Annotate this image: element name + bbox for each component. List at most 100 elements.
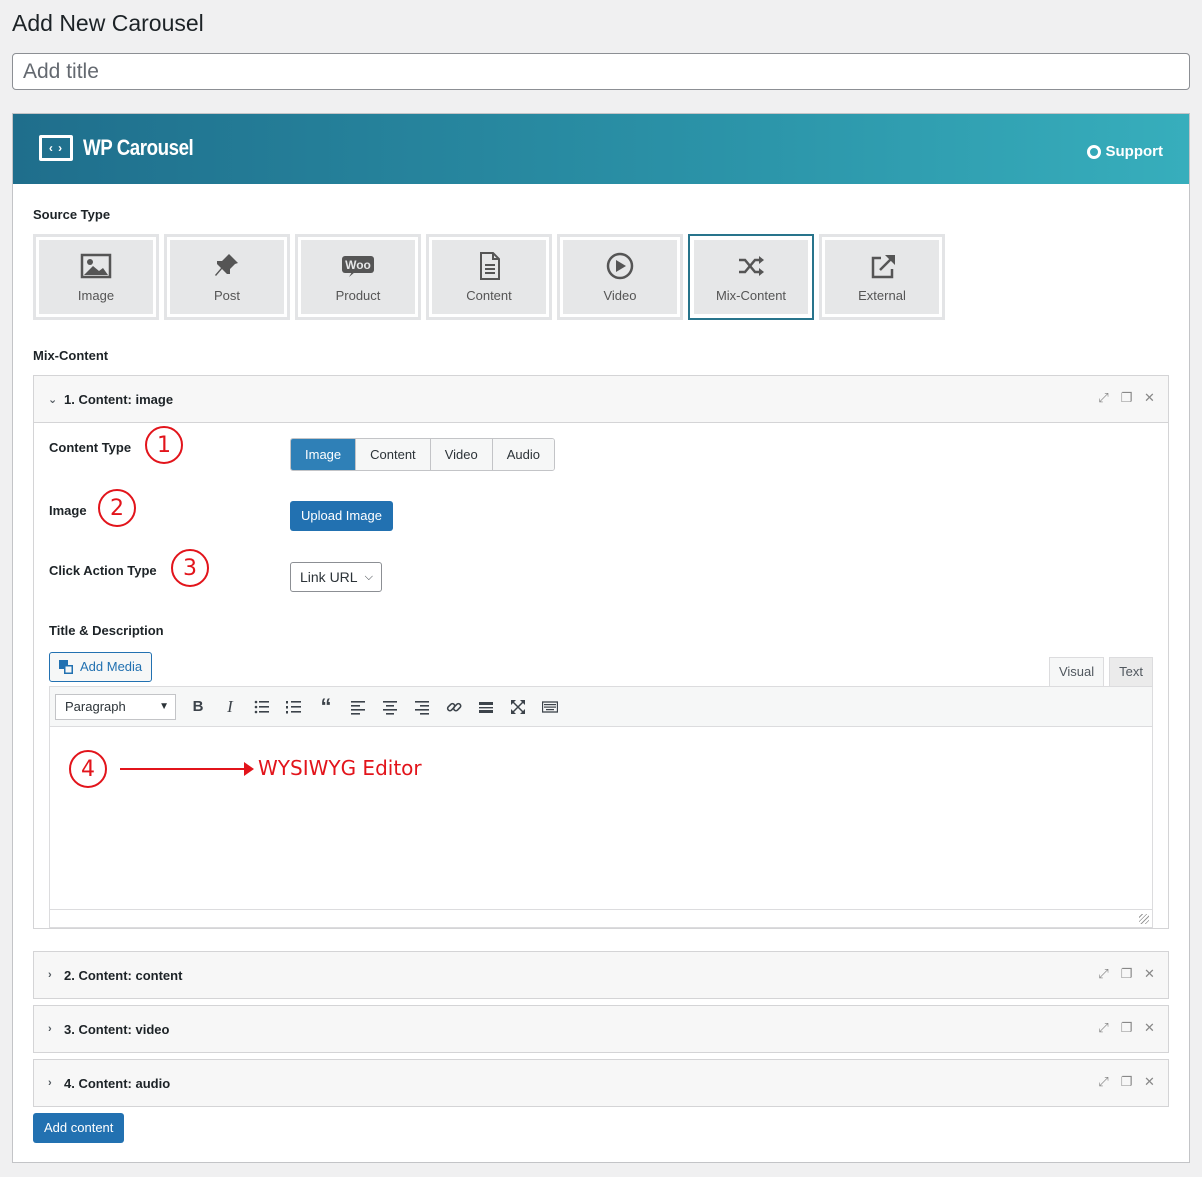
content-group-1: ⌄ 1. Content: image ⤢ ❐ ✕ Content Type 1… [33,375,1169,929]
content-type-switch: Image Content Video Audio [290,438,555,471]
add-media-button[interactable]: Add Media [49,652,153,682]
source-type-post[interactable]: Post [164,234,290,320]
content-type-label: Content Type [49,440,132,455]
chevron-right-icon: › [48,1077,52,1089]
source-type-label: Source Type [33,207,111,222]
document-icon [480,251,500,280]
wysiwyg-editor: Paragraph ▼ B I “ 4 WYSIWYG Editor [49,686,1153,928]
group-title: 1. Content: image [64,391,174,407]
group-header[interactable]: › 3. Content: video [34,1006,1168,1052]
support-label: Support [1105,143,1164,160]
content-type-video[interactable]: Video [430,439,493,470]
title-input[interactable] [12,53,1190,90]
chevron-down-icon: ⌄ [48,393,58,406]
group-actions: ⤢ ❐ ✕ [1097,967,1156,980]
italic-icon[interactable]: I [214,693,246,721]
click-action-value: Link URL [300,569,358,585]
source-type-video[interactable]: Video [557,234,683,320]
group-body: Content Type 1 Image Content Video Audio… [34,422,1168,928]
add-media-label: Add Media [80,659,143,674]
blockquote-icon[interactable]: “ [310,693,342,721]
source-type-label: Content [466,287,512,303]
lifebuoy-icon [1086,144,1101,159]
clone-icon[interactable]: ❐ [1120,1021,1133,1034]
expand-icon[interactable]: ⤢ [1097,1021,1110,1034]
source-type-label: Image [77,287,115,303]
arrow-icon [120,762,254,776]
content-group-2: › 2. Content: content ⤢ ❐ ✕ [33,951,1169,999]
editor-annotation-text: WYSIWYG Editor [258,756,422,780]
group-actions: ⤢ ❐ ✕ [1097,391,1156,404]
group-header[interactable]: › 4. Content: audio [34,1060,1168,1106]
source-type-image[interactable]: Image [33,234,159,320]
shuffle-icon [739,255,764,276]
svg-text:Woo: Woo [345,258,371,272]
format-select[interactable]: Paragraph ▼ [55,693,176,720]
close-icon[interactable]: ✕ [1143,1021,1156,1034]
chevron-right-icon: › [48,969,52,981]
group-actions: ⤢ ❐ ✕ [1097,1075,1156,1088]
click-action-select[interactable]: Link URL ⌵ [290,562,382,592]
chevron-down-icon: ⌵ [364,571,373,583]
tab-text[interactable]: Text [1109,657,1153,686]
group-header[interactable]: › 2. Content: content [34,952,1168,998]
editor-statusbar [50,910,1152,927]
upload-image-button[interactable]: Upload Image [290,501,393,531]
content-type-audio[interactable]: Audio [492,439,554,470]
source-type-mix-content[interactable]: Mix-Content [688,234,814,320]
source-type-content[interactable]: Content [426,234,552,320]
bold-icon[interactable]: B [182,693,214,721]
group-title: 2. Content: content [64,967,183,983]
group-header[interactable]: ⌄ 1. Content: image [34,376,1168,422]
close-icon[interactable]: ✕ [1143,1075,1156,1088]
annotation-1: 1 [145,426,183,464]
close-icon[interactable]: ✕ [1143,391,1156,404]
image-icon [80,253,112,278]
clone-icon[interactable]: ❐ [1120,391,1133,404]
woo-icon: Woo [342,255,374,277]
link-icon[interactable] [438,693,470,721]
support-link[interactable]: Support [1086,143,1164,160]
clone-icon[interactable]: ❐ [1120,967,1133,980]
source-type-label: External [858,287,906,303]
source-type-label: Product [335,287,381,303]
align-left-icon[interactable] [342,693,374,721]
pin-icon [215,253,238,276]
align-right-icon[interactable] [406,693,438,721]
format-select-value: Paragraph [65,698,126,714]
expand-icon[interactable]: ⤢ [1097,967,1110,980]
editor-toolbar: Paragraph ▼ B I “ [50,687,1152,727]
expand-icon[interactable]: ⤢ [1097,1075,1110,1088]
content-group-3: › 3. Content: video ⤢ ❐ ✕ [33,1005,1169,1053]
source-type-label: Video [603,287,637,303]
tab-visual[interactable]: Visual [1048,657,1105,686]
annotation-3: 3 [171,549,209,587]
fullscreen-icon[interactable] [502,693,534,721]
editor-content[interactable]: 4 WYSIWYG Editor [50,727,1152,910]
align-center-icon[interactable] [374,693,406,721]
source-type-product[interactable]: Woo Product [295,234,421,320]
clone-icon[interactable]: ❐ [1120,1075,1133,1088]
carousel-logo-icon: ‹ › [39,135,73,161]
source-type-external[interactable]: External [819,234,945,320]
click-action-label: Click Action Type [49,563,157,578]
close-icon[interactable]: ✕ [1143,967,1156,980]
resize-handle[interactable] [1139,914,1149,924]
group-title: 4. Content: audio [64,1075,171,1091]
title-desc-label: Title & Description [49,623,164,638]
source-type-label: Post [213,287,240,303]
wp-carousel-metabox: ‹ › WP Carousel Support Source Type Imag… [12,113,1190,1163]
content-type-image[interactable]: Image [291,439,357,470]
numbered-list-icon[interactable] [278,693,310,721]
read-more-icon[interactable] [470,693,502,721]
caret-down-icon: ▼ [159,700,169,712]
source-type-options: Image Post Woo Product Content Video Mix… [33,234,945,320]
expand-icon[interactable]: ⤢ [1097,391,1110,404]
bullet-list-icon[interactable] [246,693,278,721]
add-content-button[interactable]: Add content [33,1113,125,1143]
plugin-banner: ‹ › WP Carousel Support [13,114,1189,184]
content-type-content[interactable]: Content [356,439,431,470]
logo-text: WP Carousel [83,135,194,160]
group-title: 3. Content: video [64,1021,170,1037]
keyboard-icon[interactable] [534,693,566,721]
